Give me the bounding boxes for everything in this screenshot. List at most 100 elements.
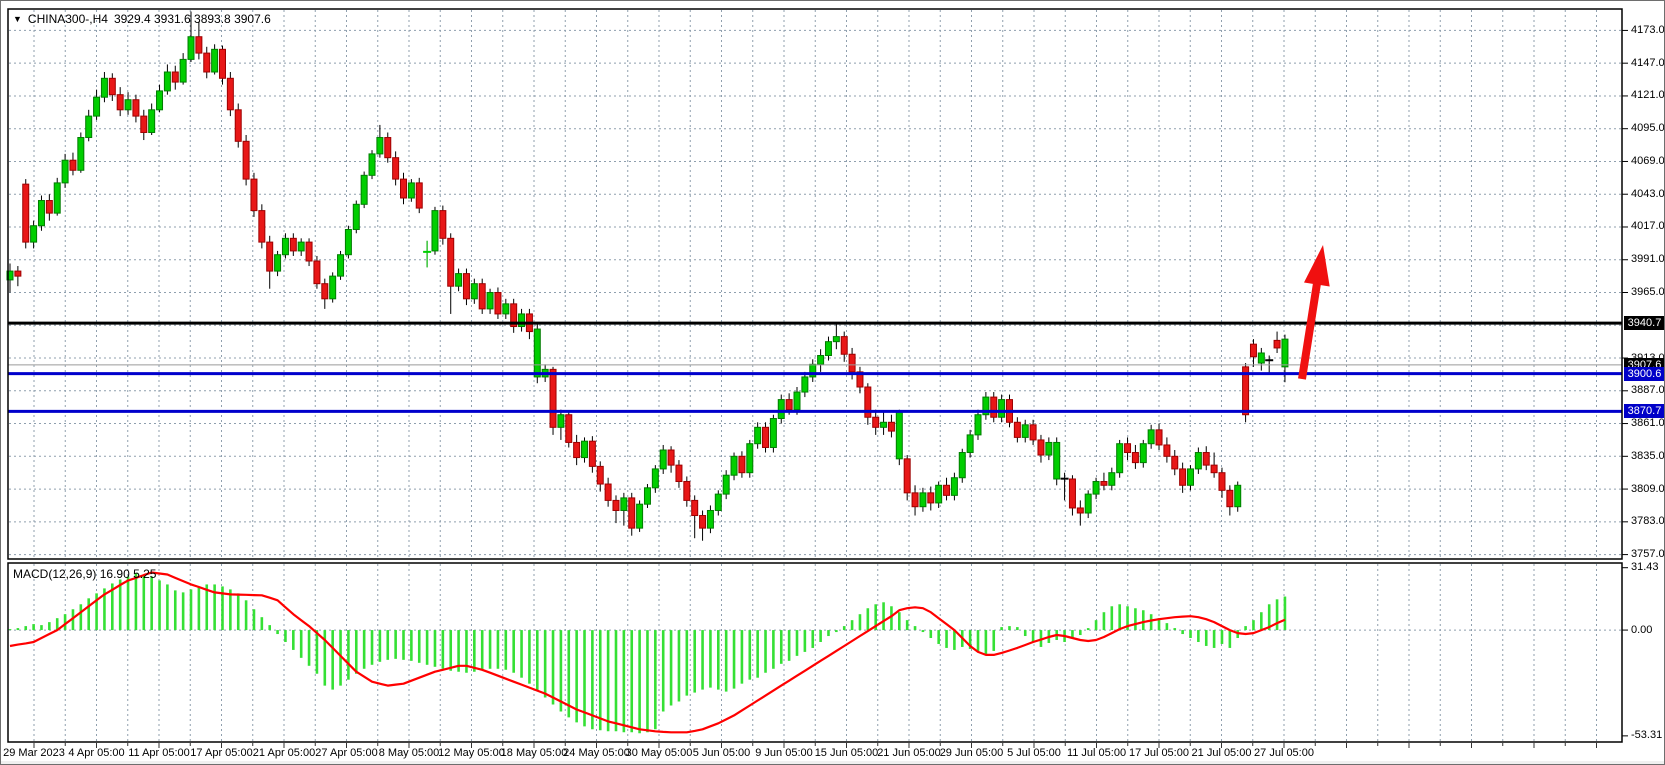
candle-bear [448, 238, 454, 286]
candle-bear [888, 422, 894, 431]
macd-series [10, 573, 1285, 734]
candle-bear [700, 516, 706, 529]
candle-bear [1164, 445, 1170, 456]
price-axis-label: 4043.0 [1631, 188, 1665, 200]
candle-bear [117, 95, 123, 110]
candle-bull [54, 183, 60, 213]
candle-bear [1101, 482, 1107, 486]
candle-bull [1188, 469, 1194, 485]
time-axis-label: 29 Mar 2023 [3, 747, 65, 759]
candle-bear [393, 158, 399, 179]
candle-bear [495, 293, 501, 314]
candle-bull [534, 329, 540, 377]
candle-bull [275, 255, 281, 271]
time-axis-label: 29 Jun 05:00 [940, 747, 1004, 759]
candle-bear [196, 37, 202, 53]
chart-canvas[interactable] [1, 1, 1665, 765]
candle-bear [1250, 344, 1256, 357]
symbol-dropdown-icon[interactable]: ▼ [13, 15, 22, 24]
candle-bull [660, 450, 666, 469]
candle-bear [1069, 479, 1075, 508]
macd-name: MACD(12,26,9) [13, 567, 96, 581]
price-axis-label: 3835.0 [1631, 450, 1665, 462]
candle-bull [353, 204, 359, 229]
window-bottom-strip [1, 761, 1665, 765]
time-axis-label: 15 Jun 05:00 [815, 747, 879, 759]
price-axis-label: 3887.0 [1631, 384, 1665, 396]
candle-bull [1195, 453, 1201, 469]
candle-bull [881, 422, 887, 427]
candle-bull [1109, 473, 1115, 486]
candle-bull [731, 456, 737, 475]
macd-signal-value: 5.25 [133, 567, 156, 581]
candle-bull [936, 485, 942, 503]
candle-bear [841, 337, 847, 355]
time-axis-label: 27 Jul 05:00 [1254, 747, 1314, 759]
candle-bear [684, 482, 690, 501]
candle-bear [574, 442, 580, 457]
candle-bear [676, 465, 682, 481]
candle-bull [644, 488, 650, 504]
candle-bear [306, 242, 312, 261]
candle-bull [180, 59, 186, 82]
candle-bull [432, 211, 438, 251]
time-axis-label: 8 May 05:00 [379, 747, 440, 759]
price-axis-label: 4017.0 [1631, 220, 1665, 232]
price-axis-label: 4173.0 [1631, 24, 1665, 36]
candle-bear [416, 183, 422, 208]
macd-axis-label: 31.43 [1631, 561, 1659, 573]
time-axis-label: 21 Jun 05:00 [877, 747, 941, 759]
time-axis-label: 21 Apr 05:00 [253, 747, 315, 759]
candle-bear [1227, 490, 1233, 506]
candle-bull [778, 400, 784, 419]
time-axis-label: 17 Apr 05:00 [190, 747, 252, 759]
candle-bear [991, 397, 997, 417]
candle-bull [558, 415, 564, 428]
candle-bear [1030, 425, 1036, 440]
candle-bear [267, 242, 273, 271]
candle-bear [46, 201, 52, 214]
candle-bull [802, 377, 808, 392]
candle-bull [959, 453, 965, 478]
candle-bear [692, 500, 698, 515]
candle-bear [597, 466, 603, 484]
candle-bull [298, 242, 304, 251]
candle-bull [338, 255, 344, 276]
candle-bear [849, 354, 855, 372]
candle-bear [1038, 440, 1044, 455]
candle-bull [794, 392, 800, 410]
candle-bear [259, 211, 265, 243]
candle-bear [314, 261, 320, 284]
candle-bull [637, 504, 643, 528]
candle-bull [975, 415, 981, 435]
trend-arrow[interactable] [1302, 245, 1330, 379]
candle-bear [786, 400, 792, 410]
candle-bear [912, 493, 918, 507]
quote-bar: ▼ CHINA300-,H4 3929.4 3931.6 3893.8 3907… [13, 12, 271, 26]
symbol-period-label: CHINA300-,H4 [28, 12, 108, 26]
candle-bull [1282, 339, 1288, 367]
candle-bull [723, 475, 729, 494]
candle-bear [1203, 453, 1209, 466]
candle-bear [589, 441, 595, 466]
price-axis-label: 3965.0 [1631, 286, 1665, 298]
candle-bull [456, 274, 462, 287]
candle-bull [770, 419, 776, 448]
price-badge: 3870.7 [1624, 404, 1665, 418]
candle-bear [235, 110, 241, 142]
candle-bull [369, 154, 375, 175]
candle-bear [1125, 444, 1131, 453]
candle-bear [23, 184, 29, 242]
candle-bull [188, 37, 194, 60]
price-axis-label: 3991.0 [1631, 253, 1665, 265]
candle-bear [613, 500, 619, 510]
candle-bull [1022, 425, 1028, 438]
candle-bear [243, 141, 249, 179]
candle-bull [282, 238, 288, 254]
candle-bear [133, 100, 139, 116]
candle-bull [330, 276, 336, 299]
candle-bear [1274, 340, 1280, 348]
panel-frames [8, 9, 1628, 748]
candle-bear [739, 456, 745, 472]
candle-bear [1219, 473, 1225, 491]
